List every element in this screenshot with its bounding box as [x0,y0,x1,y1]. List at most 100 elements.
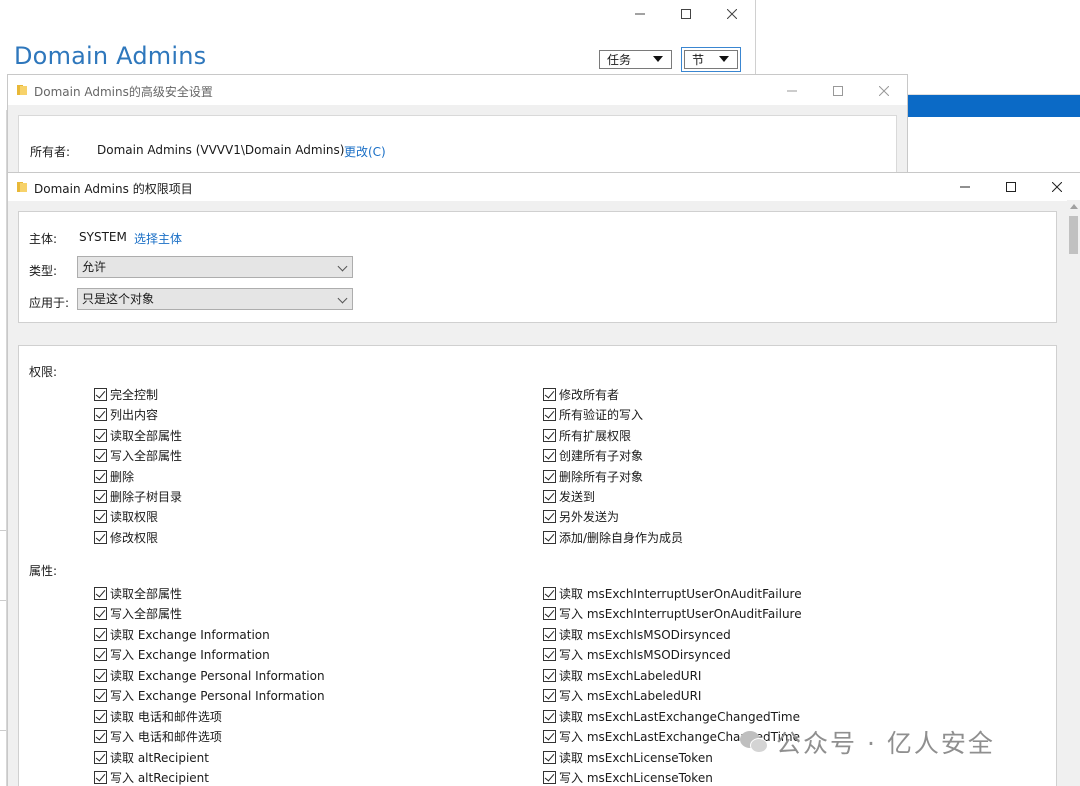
checkbox-checked-icon [94,668,107,682]
checkbox-label: 写入 Exchange Personal Information [110,688,325,703]
checkbox-checked-icon [94,750,107,764]
checkbox-label: 写入 msExchLicenseToken [559,770,713,785]
checkbox-label: 读取全部属性 [110,428,183,443]
folder-icon [17,182,28,192]
checkbox-label: 所有扩展权限 [559,428,632,443]
checkbox-label: 读取权限 [110,509,159,524]
section-dropdown-button[interactable]: 节 [684,50,738,69]
checkbox-label: 删除所有子对象 [559,469,644,484]
win2-maximize-button[interactable] [815,77,861,105]
maximize-icon [681,9,691,19]
win1-minimize-button[interactable] [617,0,663,28]
checkbox-checked-icon [94,509,107,523]
permission-checkbox[interactable]: 所有扩展权限 [543,427,631,443]
property-checkbox[interactable]: 写入 Exchange Personal Information [94,687,325,703]
wechat-icon [740,729,770,755]
property-checkbox[interactable]: 读取 Exchange Information [94,626,270,642]
minimize-icon [635,13,645,15]
permission-checkbox[interactable]: 列出内容 [94,406,158,422]
advanced-security-window: Domain Admins的高级安全设置 所有者: Domain Admins … [7,74,908,185]
checkbox-label: 写入 电话和邮件选项 [110,729,222,744]
permission-checkbox[interactable]: 读取权限 [94,508,158,524]
property-checkbox[interactable]: 写入 msExchLicenseToken [543,769,713,785]
permission-checkbox[interactable]: 发送到 [543,488,595,504]
property-checkbox[interactable]: 写入 Exchange Information [94,646,270,662]
type-select[interactable]: 允许 [77,256,353,278]
permission-checkbox[interactable]: 修改所有者 [543,386,619,402]
checkbox-checked-icon [94,688,107,702]
permission-checkbox[interactable]: 所有验证的写入 [543,406,643,422]
apply-to-select-value: 只是这个对象 [82,292,155,306]
property-checkbox[interactable]: 读取全部属性 [94,585,182,601]
win3-minimize-button[interactable] [942,173,988,201]
principal-label: 主体: [29,232,58,246]
property-checkbox[interactable]: 读取 Exchange Personal Information [94,667,325,683]
checkbox-label: 修改所有者 [559,387,620,402]
background-window-area-lower [907,117,1080,173]
checkbox-checked-icon [543,729,556,743]
property-checkbox[interactable]: 读取 msExchLabeledURI [543,667,701,683]
permission-checkbox[interactable]: 删除所有子对象 [543,468,643,484]
checkbox-checked-icon [543,387,556,401]
checkbox-checked-icon [543,428,556,442]
win2-title: Domain Admins的高级安全设置 [34,85,213,99]
checkbox-checked-icon [94,770,107,784]
select-principal-link[interactable]: 选择主体 [134,230,182,247]
scrollbar-thumb[interactable] [1069,216,1078,254]
watermark-text: 公众号 · 亿人安全 [776,729,995,758]
checkbox-checked-icon [543,489,556,503]
checkbox-checked-icon [94,469,107,483]
property-checkbox[interactable]: 写入全部属性 [94,605,182,621]
win3-maximize-button[interactable] [988,173,1034,201]
property-checkbox[interactable]: 写入 msExchLabeledURI [543,687,701,703]
win1-close-button[interactable] [709,0,755,28]
permission-checkbox[interactable]: 删除 [94,468,134,484]
property-checkbox[interactable]: 读取 msExchIsMSODirsynced [543,626,731,642]
checkbox-checked-icon [543,448,556,462]
permission-checkbox[interactable]: 写入全部属性 [94,447,182,463]
apply-to-select[interactable]: 只是这个对象 [77,288,353,310]
permission-checkbox[interactable]: 删除子树目录 [94,488,182,504]
checkbox-label: 删除子树目录 [110,489,183,504]
checkbox-label: 写入 msExchInterruptUserOnAuditFailure [559,606,802,621]
win2-minimize-button[interactable] [769,77,815,105]
win2-close-button[interactable] [861,77,907,105]
permission-checkbox[interactable]: 修改权限 [94,529,158,545]
change-owner-link[interactable]: 更改(C) [344,143,386,160]
property-checkbox[interactable]: 读取 msExchInterruptUserOnAuditFailure [543,585,802,601]
checkbox-label: 发送到 [559,489,596,504]
checkbox-checked-icon [94,729,107,743]
checkbox-checked-icon [94,448,107,462]
permission-checkbox[interactable]: 完全控制 [94,386,158,402]
permission-checkbox[interactable]: 读取全部属性 [94,427,182,443]
property-checkbox[interactable]: 写入 altRecipient [94,769,209,785]
win3-close-button[interactable] [1034,173,1080,201]
checkbox-checked-icon [94,530,107,544]
property-checkbox[interactable]: 写入 msExchInterruptUserOnAuditFailure [543,605,802,621]
background-selection-band [907,95,1080,117]
permission-checkbox[interactable]: 另外发送为 [543,508,619,524]
property-checkbox[interactable]: 写入 电话和邮件选项 [94,728,222,744]
checkbox-label: 写入 msExchIsMSODirsynced [559,647,731,662]
permissions-panel: 权限: 完全控制 列出内容 读取全部属性 写入全部属性 删除 删除子树目录 读取… [18,345,1057,786]
checkbox-checked-icon [94,627,107,641]
property-checkbox[interactable]: 读取 msExchLicenseToken [543,749,713,765]
win1-maximize-button[interactable] [663,0,709,28]
permission-checkbox[interactable]: 创建所有子对象 [543,447,643,463]
vertical-scrollbar[interactable] [1067,200,1080,786]
checkbox-checked-icon [94,428,107,442]
scroll-up-arrow-icon[interactable] [1070,204,1078,209]
task-dropdown-button[interactable]: 任务 [599,50,672,69]
checkbox-label: 修改权限 [110,530,159,545]
property-checkbox[interactable]: 读取 altRecipient [94,749,209,765]
checkbox-label: 写入 Exchange Information [110,647,270,662]
checkbox-label: 读取 altRecipient [110,750,209,765]
permission-checkbox[interactable]: 添加/删除自身作为成员 [543,529,683,545]
checkbox-label: 读取 msExchLicenseToken [559,750,713,765]
property-checkbox[interactable]: 读取 电话和邮件选项 [94,708,222,724]
watermark: 公众号 · 亿人安全 [740,722,995,762]
property-checkbox[interactable]: 写入 msExchIsMSODirsynced [543,646,731,662]
checkbox-checked-icon [543,509,556,523]
owner-label: 所有者: [30,145,71,159]
section-label: 节 [692,53,705,67]
